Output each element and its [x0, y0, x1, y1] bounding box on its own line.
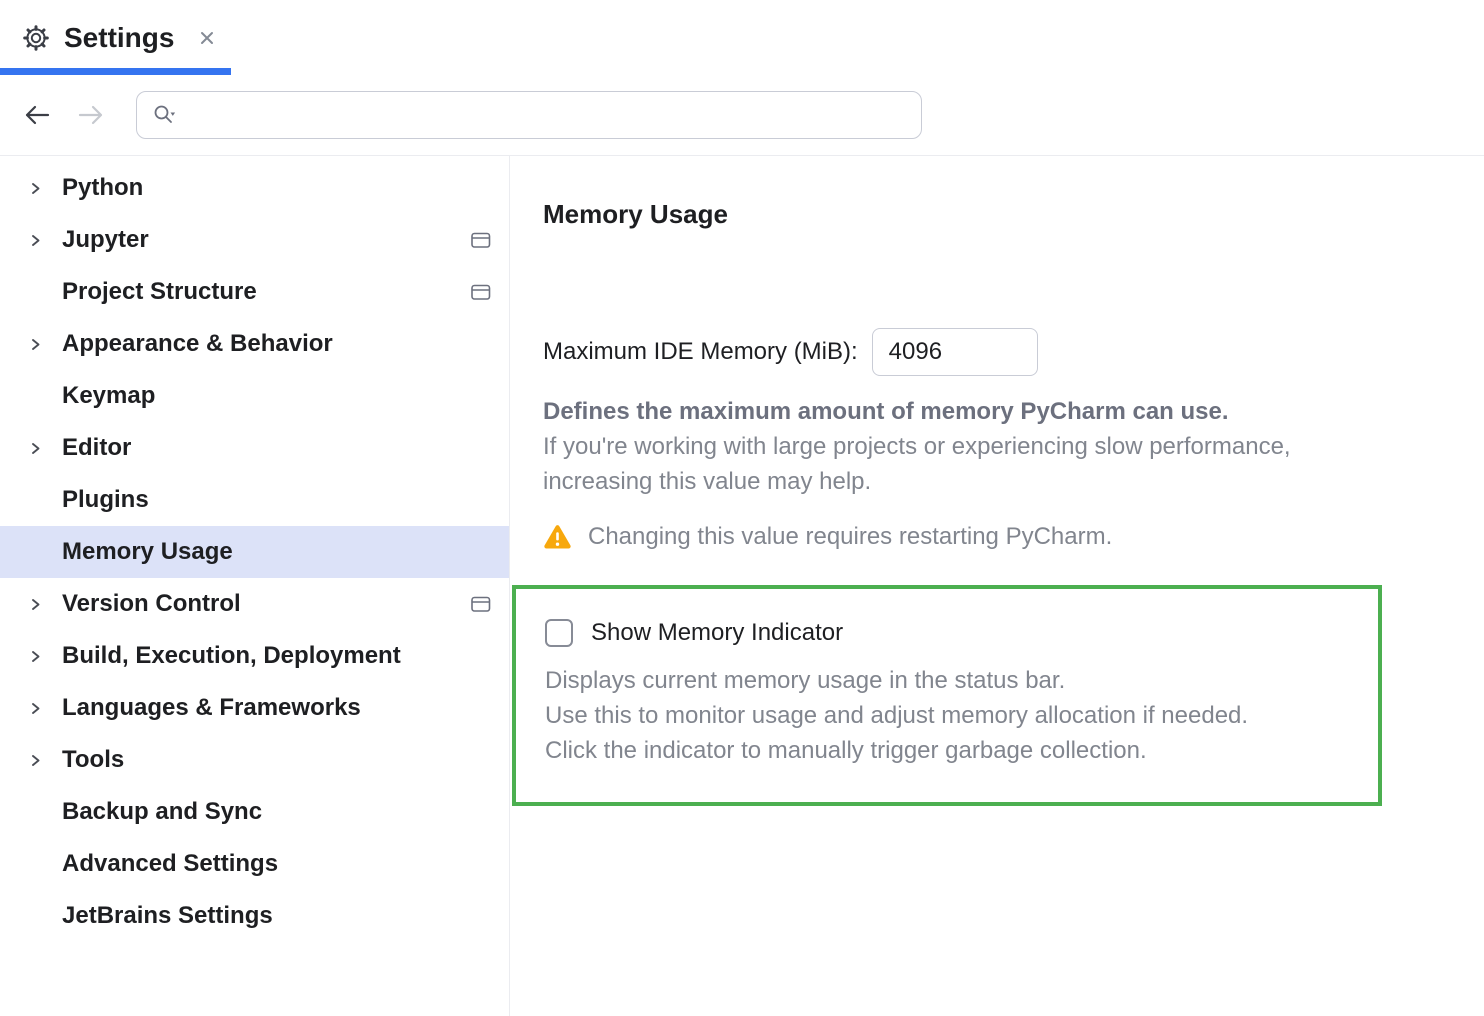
sidebar-item-appearance-behavior[interactable]: Appearance & Behavior	[0, 318, 509, 370]
active-tab-indicator	[0, 68, 231, 75]
max-memory-input[interactable]	[872, 328, 1038, 376]
sidebar-item-label: Tools	[62, 746, 124, 774]
sidebar-item-build-execution-deployment[interactable]: Build, Execution, Deployment	[0, 630, 509, 682]
chevron-right-icon[interactable]	[28, 181, 62, 196]
sidebar-item-advanced-settings[interactable]: Advanced Settings	[0, 838, 509, 890]
settings-window: Settings	[0, 0, 1484, 1016]
sidebar-item-label: Jupyter	[62, 226, 149, 254]
sidebar-item-label: Backup and Sync	[62, 798, 262, 826]
restart-warning: Changing this value requires restarting …	[543, 523, 1484, 551]
gear-icon	[22, 24, 50, 52]
chevron-right-icon[interactable]	[28, 441, 62, 456]
sidebar-item-label: Languages & Frameworks	[62, 694, 361, 722]
sidebar-item-label: Version Control	[62, 590, 241, 618]
sidebar-item-python[interactable]: Python	[0, 162, 509, 214]
settings-body: Python Jupyter Project Structure Appearance…	[0, 155, 1484, 1016]
show-memory-indicator-label: Show Memory Indicator	[591, 619, 843, 647]
restart-warning-text: Changing this value requires restarting …	[588, 523, 1112, 551]
indicator-description-line2: Use this to monitor usage and adjust mem…	[545, 698, 1348, 733]
sidebar-item-languages-frameworks[interactable]: Languages & Frameworks	[0, 682, 509, 734]
indicator-description-line3: Click the indicator to manually trigger …	[545, 733, 1348, 768]
sidebar-item-label: Editor	[62, 434, 131, 462]
settings-toolbar	[0, 75, 1484, 155]
sidebar-item-keymap[interactable]: Keymap	[0, 370, 509, 422]
forward-button[interactable]	[76, 100, 106, 130]
indicator-description-line1: Displays current memory usage in the sta…	[545, 663, 1348, 698]
chevron-right-icon[interactable]	[28, 233, 62, 248]
chevron-right-icon[interactable]	[28, 337, 62, 352]
chevron-right-icon[interactable]	[28, 649, 62, 664]
sidebar-item-backup-and-sync[interactable]: Backup and Sync	[0, 786, 509, 838]
sidebar-item-label: Project Structure	[62, 278, 257, 306]
sidebar-item-jetbrains-settings[interactable]: JetBrains Settings	[0, 890, 509, 942]
chevron-right-icon[interactable]	[28, 701, 62, 716]
search-icon[interactable]	[151, 102, 177, 128]
sidebar-item-memory-usage[interactable]: Memory Usage	[0, 526, 509, 578]
sidebar-item-label: Python	[62, 174, 143, 202]
memory-hint-bold: Defines the maximum amount of memory PyC…	[543, 394, 1484, 429]
external-settings-icon	[471, 232, 491, 249]
sidebar-item-label: Memory Usage	[62, 538, 233, 566]
back-button[interactable]	[22, 100, 52, 130]
external-settings-icon	[471, 596, 491, 613]
indicator-description: Displays current memory usage in the sta…	[545, 663, 1348, 768]
memory-hint: If you're working with large projects or…	[543, 429, 1484, 499]
tab-settings[interactable]: Settings	[22, 0, 216, 75]
show-memory-indicator-checkbox[interactable]	[545, 619, 573, 647]
memory-hint-line2: increasing this value may help.	[543, 464, 1484, 499]
sidebar-item-label: JetBrains Settings	[62, 902, 273, 930]
settings-tree: Python Jupyter Project Structure Appearance…	[0, 156, 510, 1016]
sidebar-item-version-control[interactable]: Version Control	[0, 578, 509, 630]
warning-triangle-icon	[543, 524, 572, 550]
tab-title: Settings	[64, 22, 174, 54]
sidebar-item-jupyter[interactable]: Jupyter	[0, 214, 509, 266]
max-memory-row: Maximum IDE Memory (MiB):	[543, 328, 1484, 376]
sidebar-item-label: Keymap	[62, 382, 155, 410]
max-memory-label: Maximum IDE Memory (MiB):	[543, 338, 858, 366]
sidebar-item-editor[interactable]: Editor	[0, 422, 509, 474]
sidebar-item-label: Plugins	[62, 486, 149, 514]
search-input[interactable]	[177, 92, 921, 138]
sidebar-item-label: Advanced Settings	[62, 850, 278, 878]
sidebar-item-label: Build, Execution, Deployment	[62, 642, 401, 670]
tab-bar: Settings	[0, 0, 1484, 75]
page-title: Memory Usage	[543, 199, 1484, 230]
sidebar-item-tools[interactable]: Tools	[0, 734, 509, 786]
sidebar-item-plugins[interactable]: Plugins	[0, 474, 509, 526]
close-icon[interactable]	[198, 29, 216, 47]
show-memory-indicator-row[interactable]: Show Memory Indicator	[545, 619, 1348, 647]
search-field[interactable]	[136, 91, 922, 139]
annotation-highlight-box: Show Memory Indicator Displays current m…	[512, 585, 1382, 806]
memory-hint-line1: If you're working with large projects or…	[543, 429, 1484, 464]
memory-usage-panel: Memory Usage Maximum IDE Memory (MiB): D…	[510, 156, 1484, 1016]
external-settings-icon	[471, 284, 491, 301]
chevron-right-icon[interactable]	[28, 597, 62, 612]
sidebar-item-label: Appearance & Behavior	[62, 330, 333, 358]
sidebar-item-project-structure[interactable]: Project Structure	[0, 266, 509, 318]
chevron-right-icon[interactable]	[28, 753, 62, 768]
